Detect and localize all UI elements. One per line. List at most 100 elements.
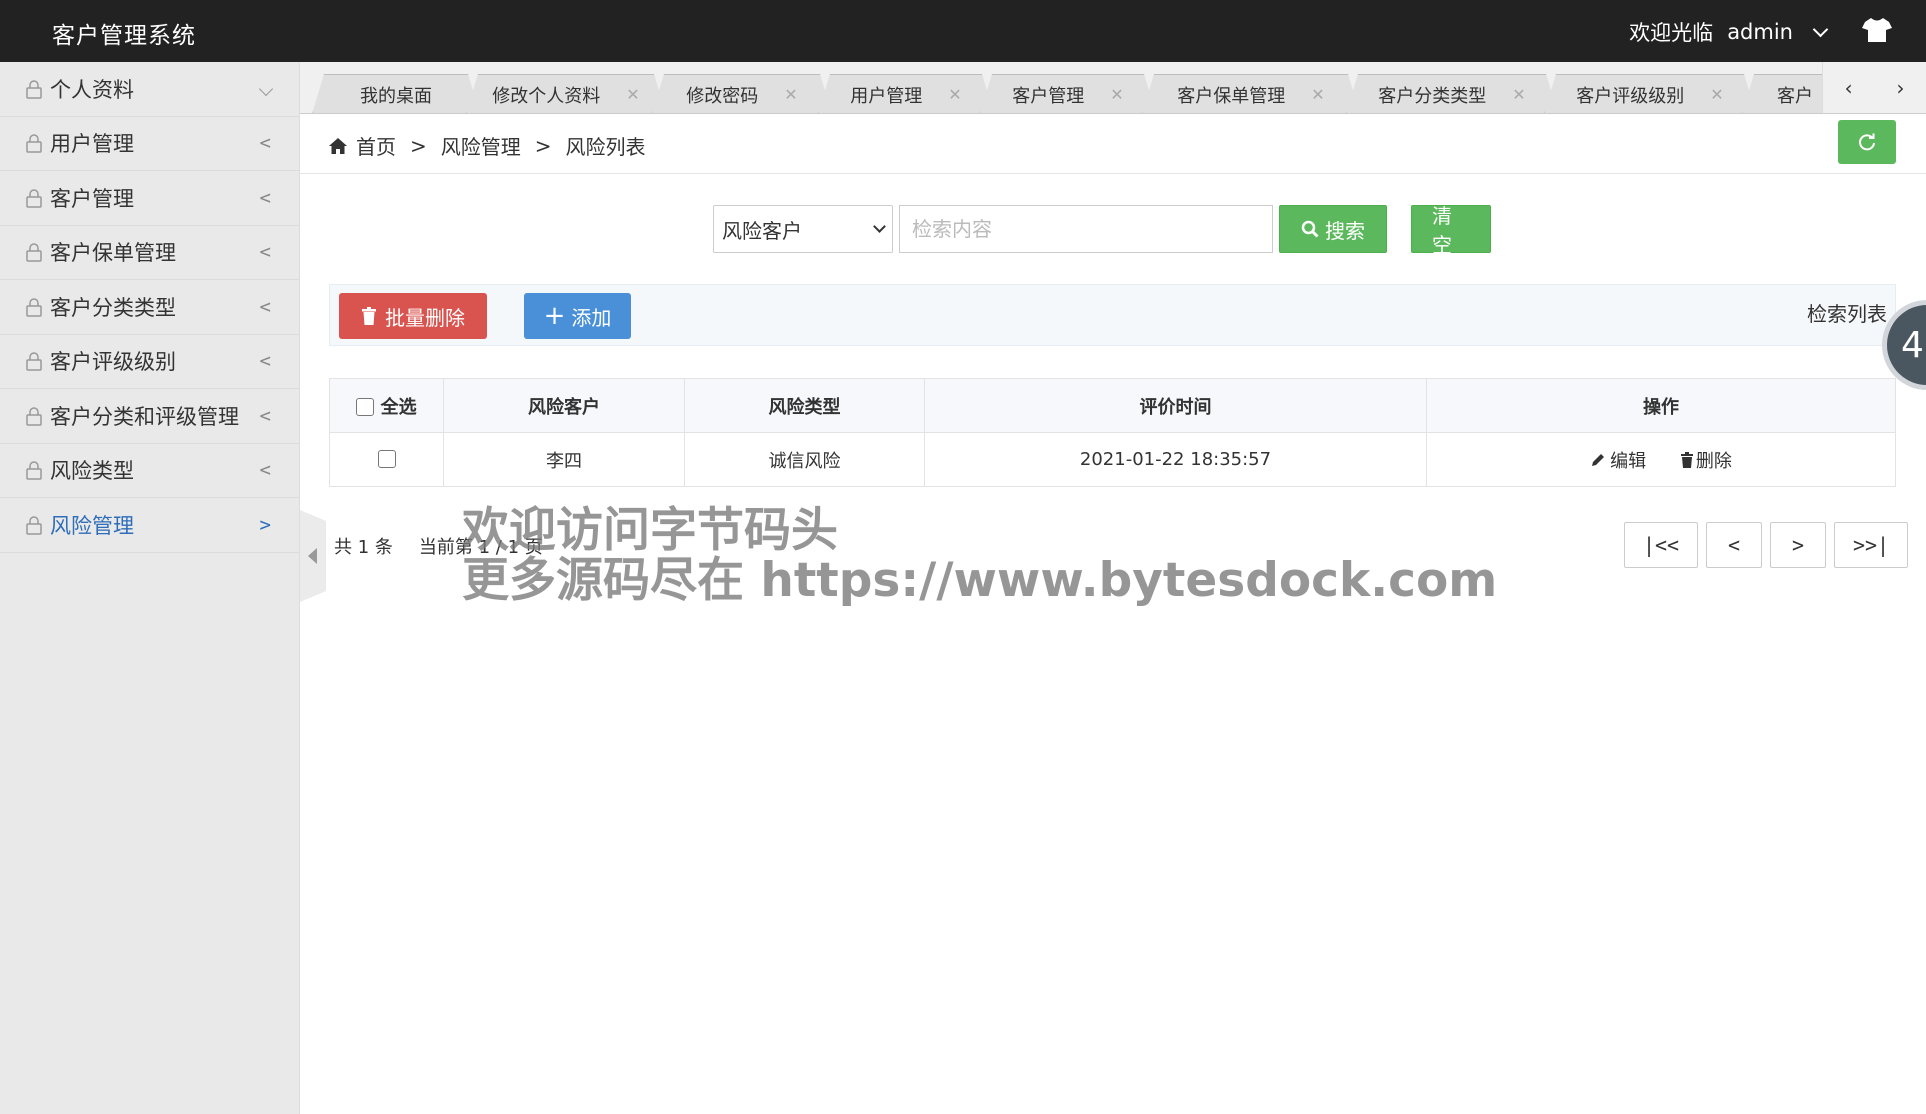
chevron-right-icon: > [259, 513, 271, 536]
sidebar-item-label: 用户管理 [50, 132, 134, 157]
sidebar-item-category-rating[interactable]: 客户分类和评级管理 < [0, 389, 299, 444]
last-page-button[interactable]: >>| [1834, 522, 1908, 568]
tab-edit-profile[interactable]: 修改个人资料 ✕ [466, 74, 666, 114]
sidebar-collapse-toggle[interactable] [300, 510, 326, 602]
column-header: 风险类型 [684, 378, 925, 433]
select-all-label: 全选 [380, 396, 417, 418]
select-all-header[interactable]: 全选 [329, 378, 444, 433]
sidebar-item-label: 客户分类和评级管理 [50, 404, 239, 429]
sidebar-item-label: 客户评级级别 [50, 350, 176, 375]
close-icon[interactable]: ✕ [1311, 85, 1324, 104]
username[interactable]: admin [1727, 20, 1793, 44]
paging-info: 共 1 条 当前第 1 / 1 页 [334, 533, 543, 559]
add-label: 添加 [571, 305, 612, 330]
chevron-left-icon: < [259, 295, 271, 318]
breadcrumb-home[interactable]: 首页 [356, 131, 396, 160]
sidebar-item-label: 风险类型 [50, 459, 134, 484]
tab-label: 客户分类类型 [1378, 85, 1487, 107]
sidebar-item-label: 客户分类类型 [50, 295, 176, 320]
edit-label: 编辑 [1610, 450, 1647, 472]
breadcrumb-separator: > [410, 133, 427, 158]
clear-button[interactable]: 清空 [1411, 204, 1491, 257]
sidebar-item-risk-types[interactable]: 风险类型 < [0, 444, 299, 498]
lock-icon [26, 134, 42, 153]
sidebar-item-policies[interactable]: 客户保单管理 < [0, 226, 299, 280]
chevron-left-icon: < [259, 404, 271, 427]
watermark-line2: 更多源码尽在 https://www.bytesdock.com [462, 553, 1498, 608]
chevron-down-icon[interactable] [1812, 21, 1829, 37]
lock-icon [26, 189, 42, 208]
top-navbar: 客户管理系统 欢迎光临 admin [0, 0, 1926, 62]
search-form: 风险客户 搜索 清空 [713, 204, 1491, 257]
plus-icon: + [543, 301, 566, 331]
tab-policy-management[interactable]: 客户保单管理 ✕ [1142, 74, 1360, 114]
tab-label: 我的桌面 [360, 85, 432, 107]
breadcrumb: 首页 > 风险管理 > 风险列表 [328, 131, 646, 160]
tab-label: 修改个人资料 [492, 85, 601, 107]
watermark: 欢迎访问字节码头 更多源码尽在 https://www.bytesdock.co… [462, 506, 1497, 606]
sidebar-item-profile[interactable]: 个人资料 [0, 62, 299, 117]
table-header-row: 全选 风险客户 风险类型 评价时间 操作 [329, 378, 1896, 433]
lock-icon [26, 80, 42, 99]
close-icon[interactable]: ✕ [626, 85, 639, 104]
batch-delete-button[interactable]: 批量删除 [339, 293, 487, 339]
tab-user-management[interactable]: 用户管理 ✕ [818, 74, 994, 114]
sidebar-item-risk-management[interactable]: 风险管理 > [0, 498, 299, 553]
column-header: 风险客户 [443, 378, 685, 433]
select-all-checkbox[interactable] [356, 397, 375, 416]
close-icon[interactable]: ✕ [784, 85, 797, 104]
tab-rating-levels[interactable]: 客户评级级别 ✕ [1544, 74, 1756, 114]
sidebar-item-customers[interactable]: 客户管理 < [0, 171, 299, 226]
close-icon[interactable]: ✕ [1512, 85, 1525, 104]
sidebar-item-category-types[interactable]: 客户分类类型 < [0, 280, 299, 335]
pager: |<< < > >>| [1624, 522, 1908, 568]
prev-page-button[interactable]: < [1706, 522, 1762, 568]
sidebar-item-users[interactable]: 用户管理 < [0, 117, 299, 171]
close-icon[interactable]: ✕ [1710, 85, 1723, 104]
column-header: 评价时间 [924, 378, 1427, 433]
paging-total: 共 1 条 [334, 537, 393, 558]
delete-link[interactable]: 删除 [1680, 447, 1732, 473]
sidebar-item-label: 个人资料 [50, 77, 134, 102]
refresh-icon [1859, 133, 1875, 151]
row-select-cell [329, 432, 444, 487]
lock-icon [26, 461, 42, 480]
edit-link[interactable]: 编辑 [1590, 447, 1646, 473]
breadcrumb-level1[interactable]: 风险管理 [441, 131, 521, 160]
tab-category-types[interactable]: 客户分类类型 ✕ [1346, 74, 1558, 114]
welcome-text: 欢迎光临 [1629, 21, 1714, 45]
cell-customer: 李四 [443, 432, 685, 487]
home-icon [329, 137, 347, 154]
tab-label: 客户管理 [1012, 85, 1085, 107]
lock-icon [26, 407, 42, 426]
user-menu[interactable]: 欢迎光临 admin [1629, 17, 1829, 47]
row-checkbox[interactable] [377, 450, 396, 468]
search-input[interactable] [899, 205, 1273, 253]
chevron-down-icon [258, 81, 274, 97]
tab-desktop[interactable]: 我的桌面 [312, 74, 480, 114]
select-value: 风险客户 [722, 218, 802, 243]
first-page-button[interactable]: |<< [1624, 522, 1698, 568]
tab-customer-management[interactable]: 客户管理 ✕ [980, 74, 1156, 114]
pencil-icon [1592, 453, 1605, 466]
tab-label: 客户 [1777, 85, 1813, 107]
refresh-button[interactable] [1838, 120, 1896, 164]
sidebar-item-rating-levels[interactable]: 客户评级级别 < [0, 335, 299, 389]
chevron-left-icon[interactable]: ‹ [1843, 76, 1855, 100]
paging-current: 当前第 1 / 1 页 [418, 537, 543, 558]
close-icon[interactable]: ✕ [948, 85, 961, 104]
shirt-icon[interactable] [1862, 17, 1892, 43]
sidebar-item-label: 客户保单管理 [50, 241, 176, 266]
tab-change-password[interactable]: 修改密码 ✕ [652, 74, 832, 114]
search-field-select[interactable]: 风险客户 [713, 205, 893, 253]
next-page-button[interactable]: > [1770, 522, 1826, 568]
table-row: 李四 诚信风险 2021-01-22 18:35:57 编辑 删除 [329, 432, 1896, 487]
close-icon[interactable]: ✕ [1110, 85, 1123, 104]
lock-icon [26, 516, 42, 535]
chevron-right-icon[interactable]: › [1894, 76, 1906, 100]
add-button[interactable]: + 添加 [524, 293, 631, 339]
lock-icon [26, 243, 42, 262]
search-button[interactable]: 搜索 [1279, 205, 1387, 253]
tab-bar: 我的桌面 修改个人资料 ✕ 修改密码 ✕ 用户管理 ✕ 客户管理 ✕ 客户保单管理 ✕ 客… [300, 62, 1926, 114]
tab-label: 客户保单管理 [1177, 85, 1286, 107]
